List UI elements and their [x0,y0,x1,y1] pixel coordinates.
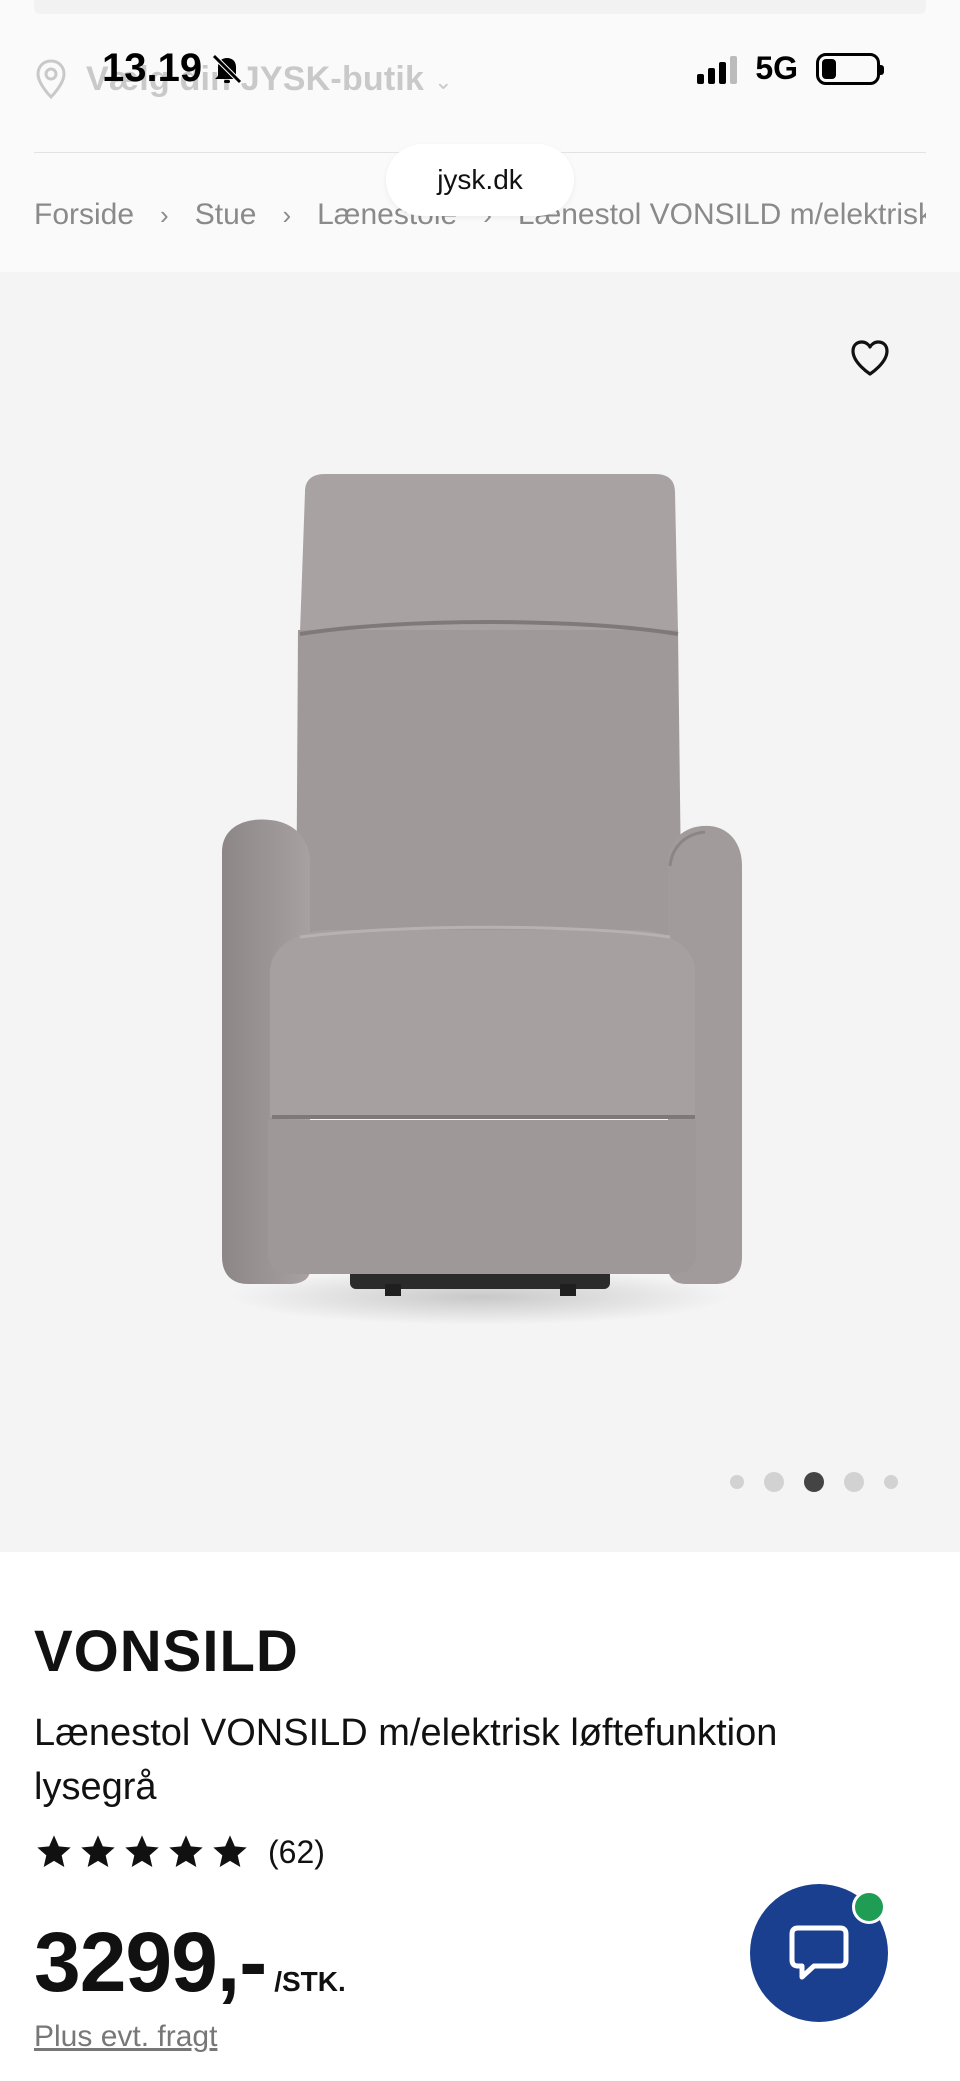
chevron-right-icon: › [160,199,169,230]
breadcrumb-item-current[interactable]: Lænestol VONSILD m/elektrisk [518,198,926,232]
network-type: 5G [755,50,798,86]
signal-icon [697,54,738,84]
gallery-dot[interactable] [884,1475,898,1489]
star-icon [213,1835,247,1867]
product-price: 3299,- [34,1915,267,2009]
product-image-chair[interactable] [200,462,760,1342]
product-brand: VONSILD [34,1619,299,1684]
heart-icon[interactable] [848,336,892,380]
product-rating[interactable]: (62) [34,1832,325,1872]
product-description: Lænestol VONSILD m/elektrisk løftefunkti… [34,1712,778,1808]
gallery-pagination [730,1472,898,1492]
star-icon [125,1835,159,1867]
status-time: 13.19 [102,46,244,91]
bell-muted-icon [212,53,242,84]
location-pin-icon [36,59,66,100]
star-icon [37,1835,71,1867]
site-header: Vælg din JYSK-butik ⌄ 13.19 5G jysk.dk F… [0,0,960,272]
breadcrumb-item-forside[interactable]: Forside [34,198,134,232]
gallery-dot[interactable] [730,1475,744,1489]
online-status-indicator [852,1890,886,1924]
gallery-dot-active[interactable] [804,1472,824,1492]
price-unit: /STK. [274,1966,346,1997]
url-pill[interactable]: jysk.dk [386,144,574,216]
rating-stars [34,1832,250,1872]
chevron-down-icon: ⌄ [434,69,453,94]
battery-icon [816,52,884,85]
gallery-dot[interactable] [764,1472,784,1492]
chevron-right-icon: › [282,199,292,230]
breadcrumb-item-stue[interactable]: Stue [195,198,257,232]
star-icon [81,1835,115,1867]
clock: 13.19 [102,46,203,90]
price-row: 3299,- /STK. [34,1914,346,2011]
status-indicators: 5G [697,50,884,87]
chat-bubble-icon [789,1925,849,1980]
header-top-edge [34,0,926,14]
product-gallery[interactable] [0,272,960,1552]
review-count: (62) [268,1833,325,1870]
shipping-note-link[interactable]: Plus evt. fragt [34,2020,217,2054]
star-icon [169,1835,203,1867]
gallery-dot[interactable] [844,1472,864,1492]
